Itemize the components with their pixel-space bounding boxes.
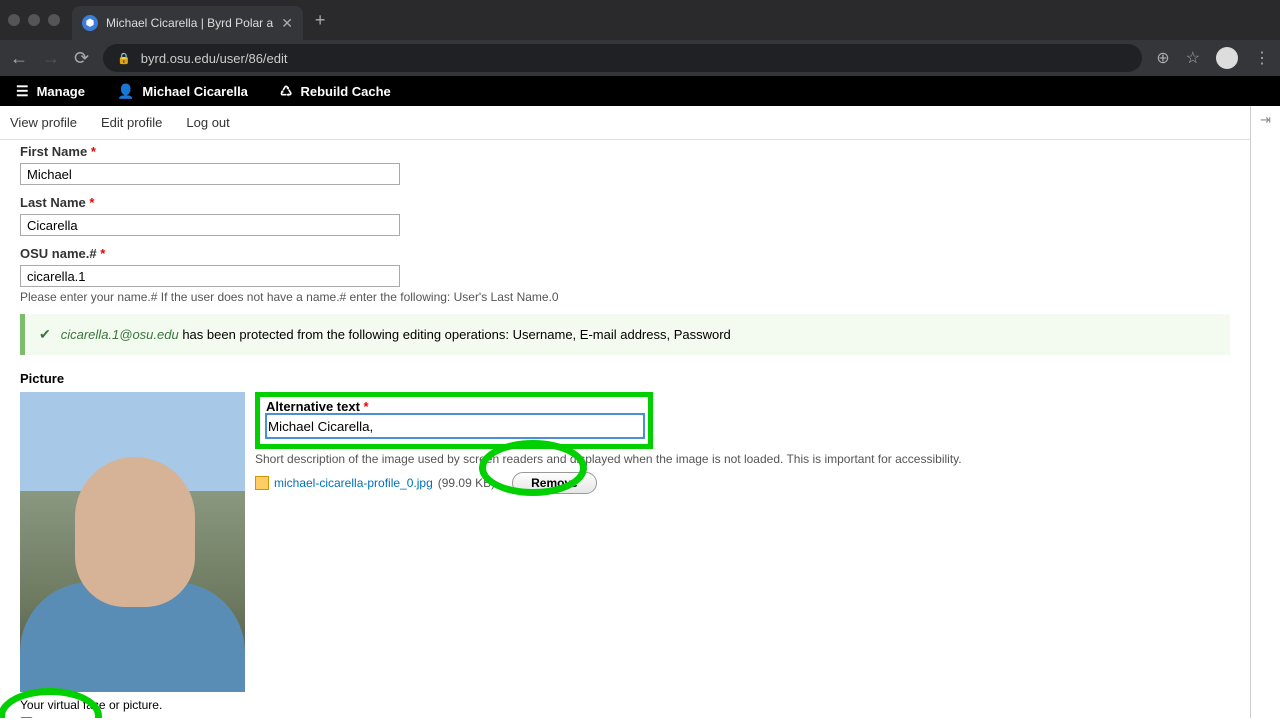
rebuild-label: Rebuild Cache <box>300 84 390 99</box>
kebab-menu-icon[interactable]: ⋮ <box>1254 48 1270 68</box>
first-name-group: First Name * <box>20 144 1230 185</box>
picture-label: Picture <box>20 371 1230 386</box>
user-icon: 👤 <box>117 83 134 100</box>
first-name-input[interactable] <box>20 163 400 185</box>
status-text: has been protected from the following ed… <box>179 327 731 342</box>
manage-menu[interactable]: ☰ Manage <box>0 76 101 106</box>
file-row: michael-cicarella-profile_0.jpg (99.09 K… <box>255 472 1230 494</box>
close-tab-icon[interactable]: ✕ <box>281 15 293 32</box>
alt-text-input[interactable] <box>266 414 644 438</box>
opic-label: Use OPIC <box>39 716 93 718</box>
file-icon <box>255 476 269 490</box>
file-size: (99.09 KB) <box>438 476 495 490</box>
zoom-icon[interactable]: ⊕ <box>1156 48 1169 68</box>
first-name-label: First Name * <box>20 144 1230 159</box>
minimize-window-dot[interactable] <box>28 14 40 26</box>
admin-toolbar: ☰ Manage 👤 Michael Cicarella ♺ Rebuild C… <box>0 76 1280 106</box>
toolbar-user[interactable]: 👤 Michael Cicarella <box>101 76 264 106</box>
tab-title: Michael Cicarella | Byrd Polar a <box>106 16 273 30</box>
form-area: First Name * Last Name * OSU name.# * Pl… <box>0 140 1250 718</box>
recycle-icon: ♺ <box>280 83 293 100</box>
last-name-label: Last Name * <box>20 195 1230 210</box>
local-tabs: View profile Edit profile Log out <box>0 106 1250 140</box>
osu-name-label: OSU name.# * <box>20 246 1230 261</box>
url-text: byrd.osu.edu/user/86/edit <box>141 51 288 66</box>
profile-avatar-icon[interactable] <box>1216 47 1238 69</box>
bookmark-star-icon[interactable]: ☆ <box>1186 48 1200 68</box>
address-bar[interactable]: 🔒 byrd.osu.edu/user/86/edit <box>103 44 1142 72</box>
browser-tab[interactable]: ⬢ Michael Cicarella | Byrd Polar a ✕ <box>72 6 303 40</box>
collapse-icon: ⇥ <box>1260 112 1271 718</box>
tab-logout[interactable]: Log out <box>186 115 229 130</box>
osu-help-text: Please enter your name.# If the user doe… <box>20 290 1230 304</box>
picture-thumbnail <box>20 392 245 692</box>
collapse-sidebar[interactable]: ⇥ <box>1250 106 1280 718</box>
tab-favicon: ⬢ <box>82 15 98 31</box>
tab-view-profile[interactable]: View profile <box>10 115 77 130</box>
url-bar: ← → ⟳ 🔒 byrd.osu.edu/user/86/edit ⊕ ☆ ⋮ <box>0 40 1280 76</box>
last-name-input[interactable] <box>20 214 400 236</box>
window-controls <box>8 14 60 26</box>
alt-text-label: Alternative text * <box>266 399 369 414</box>
rebuild-cache[interactable]: ♺ Rebuild Cache <box>264 76 407 106</box>
browser-actions: ⊕ ☆ ⋮ <box>1156 47 1270 69</box>
opic-checkbox-row: Use OPIC <box>20 716 1230 718</box>
alt-help-text: Short description of the image used by s… <box>255 452 1230 466</box>
opic-checkbox[interactable] <box>20 717 33 719</box>
last-name-group: Last Name * <box>20 195 1230 236</box>
forward-button[interactable]: → <box>42 48 60 69</box>
hamburger-icon: ☰ <box>16 83 29 100</box>
osu-name-group: OSU name.# * Please enter your name.# If… <box>20 246 1230 304</box>
file-link[interactable]: michael-cicarella-profile_0.jpg <box>274 476 433 490</box>
osu-name-input[interactable] <box>20 265 400 287</box>
toolbar-user-label: Michael Cicarella <box>142 84 248 99</box>
tab-edit-profile[interactable]: Edit profile <box>101 115 162 130</box>
manage-label: Manage <box>37 84 85 99</box>
new-tab-button[interactable]: + <box>315 10 326 31</box>
alt-text-highlight: Alternative text * <box>255 392 653 449</box>
status-message: ✔ cicarella.1@osu.edu has been protected… <box>20 314 1230 355</box>
close-window-dot[interactable] <box>8 14 20 26</box>
reload-button[interactable]: ⟳ <box>74 48 89 69</box>
remove-button[interactable]: Remove <box>512 472 597 494</box>
status-email: cicarella.1@osu.edu <box>61 327 179 342</box>
browser-tab-strip: ⬢ Michael Cicarella | Byrd Polar a ✕ + <box>0 0 1280 40</box>
maximize-window-dot[interactable] <box>48 14 60 26</box>
lock-icon: 🔒 <box>117 52 131 65</box>
back-button[interactable]: ← <box>10 48 28 69</box>
picture-section: Picture Alternative text * Short descrip… <box>20 371 1230 718</box>
checkmark-icon: ✔ <box>39 326 51 343</box>
virtual-face-text: Your virtual face or picture. <box>20 698 1230 712</box>
